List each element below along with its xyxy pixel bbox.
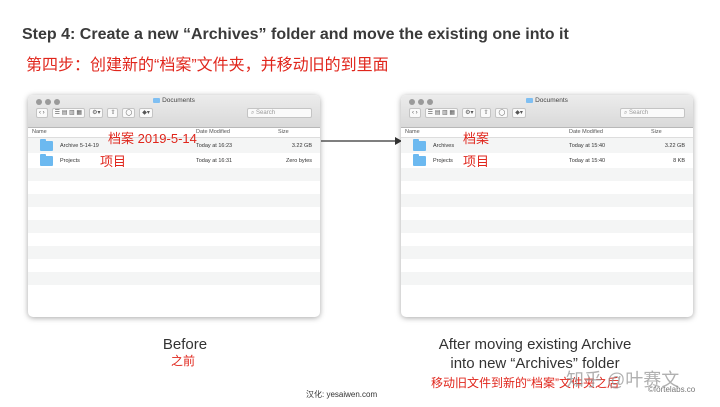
list-item[interactable]: Archives Today at 15:40 3.22 GB (401, 138, 693, 153)
back-forward-button[interactable]: ‹ › (36, 108, 48, 118)
list-item[interactable]: Projects Today at 16:31 Zero bytes (28, 153, 320, 168)
search-field[interactable]: ⌕ Search (247, 108, 312, 118)
credit-text: ©fortelabs.co (648, 385, 696, 394)
column-name[interactable]: Name (405, 129, 420, 135)
search-placeholder: Search (256, 110, 276, 116)
folder-icon (526, 98, 534, 103)
search-field[interactable]: ⌕ Search (620, 108, 685, 118)
file-date: Today at 16:31 (196, 158, 233, 164)
finder-window-after: Documents ‹ › ☰ ▤ ▥ ▦ ⚙▾ ⇧ ◯ ◆▾ ⌕ Search… (401, 95, 693, 317)
column-name[interactable]: Name (32, 129, 47, 135)
folder-icon (413, 139, 426, 151)
annotation-projects-after: 项目 (463, 154, 490, 169)
window-title: Documents (28, 97, 320, 104)
column-date-modified[interactable]: Date Modified (196, 129, 230, 135)
caption-before: Before (162, 336, 208, 353)
file-name: Archive 5-14-19 (60, 143, 99, 149)
share-button[interactable]: ⇧ (480, 108, 492, 118)
window-titlebar: Documents ‹ › ☰ ▤ ▥ ▦ ⚙▾ ⇧ ◯ ◆▾ ⌕ Search (28, 95, 320, 128)
window-title-text: Documents (535, 97, 568, 104)
file-date: Today at 15:40 (569, 143, 606, 149)
annotation-archives-after: 档案 (463, 131, 490, 146)
file-date: Today at 16:23 (196, 143, 233, 149)
column-date-modified[interactable]: Date Modified (569, 129, 603, 135)
dropbox-button[interactable]: ◆▾ (512, 108, 526, 118)
file-list: Archives Today at 15:40 3.22 GB Projects… (401, 138, 693, 168)
action-gear-button[interactable]: ⚙▾ (89, 108, 104, 118)
folder-icon (413, 154, 426, 166)
list-item[interactable]: Projects Today at 15:40 8 KB (401, 153, 693, 168)
column-size[interactable]: Size (278, 129, 289, 135)
toolbar: ‹ › ☰ ▤ ▥ ▦ ⚙▾ ⇧ ◯ ◆▾ (409, 108, 526, 118)
tag-button[interactable]: ◯ (122, 108, 136, 118)
file-date: Today at 15:40 (569, 158, 606, 164)
column-header: Name Date Modified Size (401, 128, 693, 138)
file-name: Projects (60, 158, 80, 164)
empty-rows (28, 168, 320, 298)
action-gear-button[interactable]: ⚙▾ (462, 108, 477, 118)
file-size: Zero bytes (286, 158, 312, 164)
window-title-text: Documents (162, 97, 195, 104)
window-title: Documents (401, 97, 693, 104)
caption-after-line1: After moving existing Archive (438, 336, 632, 353)
search-placeholder: Search (629, 110, 649, 116)
folder-icon (40, 139, 53, 151)
view-mode-buttons[interactable]: ☰ ▤ ▥ ▦ (51, 108, 86, 118)
dropbox-button[interactable]: ◆▾ (139, 108, 153, 118)
file-size: 8 KB (673, 158, 685, 164)
empty-rows (401, 168, 693, 298)
folder-icon (40, 154, 53, 166)
window-titlebar: Documents ‹ › ☰ ▤ ▥ ▦ ⚙▾ ⇧ ◯ ◆▾ ⌕ Search (401, 95, 693, 128)
file-size: 3.22 GB (664, 143, 685, 149)
file-name: Archives (433, 143, 455, 149)
arrow-icon (321, 137, 402, 145)
folder-icon (153, 98, 161, 103)
back-forward-button[interactable]: ‹ › (409, 108, 421, 118)
caption-before-cn: 之前 (171, 354, 196, 368)
file-size: 3.22 GB (291, 143, 312, 149)
toolbar: ‹ › ☰ ▤ ▥ ▦ ⚙▾ ⇧ ◯ ◆▾ (36, 108, 153, 118)
file-name: Projects (433, 158, 453, 164)
annotation-projects-before: 项目 (100, 154, 127, 169)
share-button[interactable]: ⇧ (107, 108, 119, 118)
column-size[interactable]: Size (651, 129, 662, 135)
heading-chinese: 第四步：创建新的“档案”文件夹，并移动旧的到里面 (26, 57, 389, 74)
heading-english: Step 4: Create a new “Archives” folder a… (22, 26, 569, 43)
tag-button[interactable]: ◯ (495, 108, 509, 118)
footer-text: 汉化: yesaiwen.com (306, 390, 378, 399)
view-mode-buttons[interactable]: ☰ ▤ ▥ ▦ (424, 108, 459, 118)
annotation-archive-before: 档案 2019-5-14 (108, 131, 197, 146)
